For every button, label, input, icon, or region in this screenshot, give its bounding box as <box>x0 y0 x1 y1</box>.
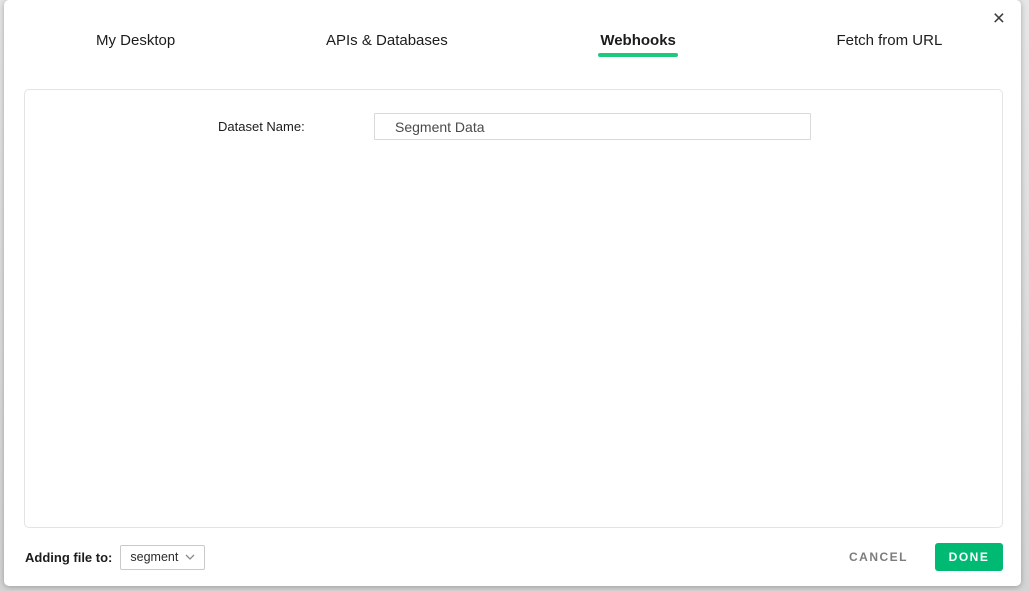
adding-file-label: Adding file to: <box>25 549 113 565</box>
dataset-name-label: Dataset Name: <box>218 119 305 134</box>
tab-label: My Desktop <box>96 32 176 49</box>
chevron-down-icon <box>185 554 195 560</box>
tab-my-desktop[interactable]: My Desktop <box>10 32 261 57</box>
tab-label: APIs & Databases <box>326 32 448 49</box>
tab-apis-databases[interactable]: APIs & Databases <box>261 32 512 57</box>
dataset-name-row: Dataset Name: <box>25 90 1002 140</box>
dataset-name-input[interactable] <box>374 113 811 140</box>
folder-select-value: segment <box>130 550 179 564</box>
tab-label: Webhooks <box>598 32 678 57</box>
footer-left: Adding file to: segment <box>25 544 206 570</box>
add-data-dialog: × My Desktop APIs & Databases Webhooks F… <box>4 0 1021 586</box>
tab-fetch-from-url[interactable]: Fetch from URL <box>764 32 1015 57</box>
dialog-footer: Adding file to: segment CANCEL DONE <box>4 528 1021 586</box>
tab-bar: My Desktop APIs & Databases Webhooks Fet… <box>10 0 1015 57</box>
page-background: × My Desktop APIs & Databases Webhooks F… <box>0 0 1029 591</box>
tab-webhooks[interactable]: Webhooks <box>513 32 764 57</box>
footer-right: CANCEL DONE <box>849 543 1003 571</box>
done-button[interactable]: DONE <box>935 543 1003 571</box>
close-icon[interactable]: × <box>993 8 1005 29</box>
cancel-button[interactable]: CANCEL <box>849 550 908 564</box>
tab-label: Fetch from URL <box>836 32 943 49</box>
folder-select[interactable]: segment <box>120 544 206 570</box>
content-panel: Dataset Name: <box>24 89 1003 528</box>
